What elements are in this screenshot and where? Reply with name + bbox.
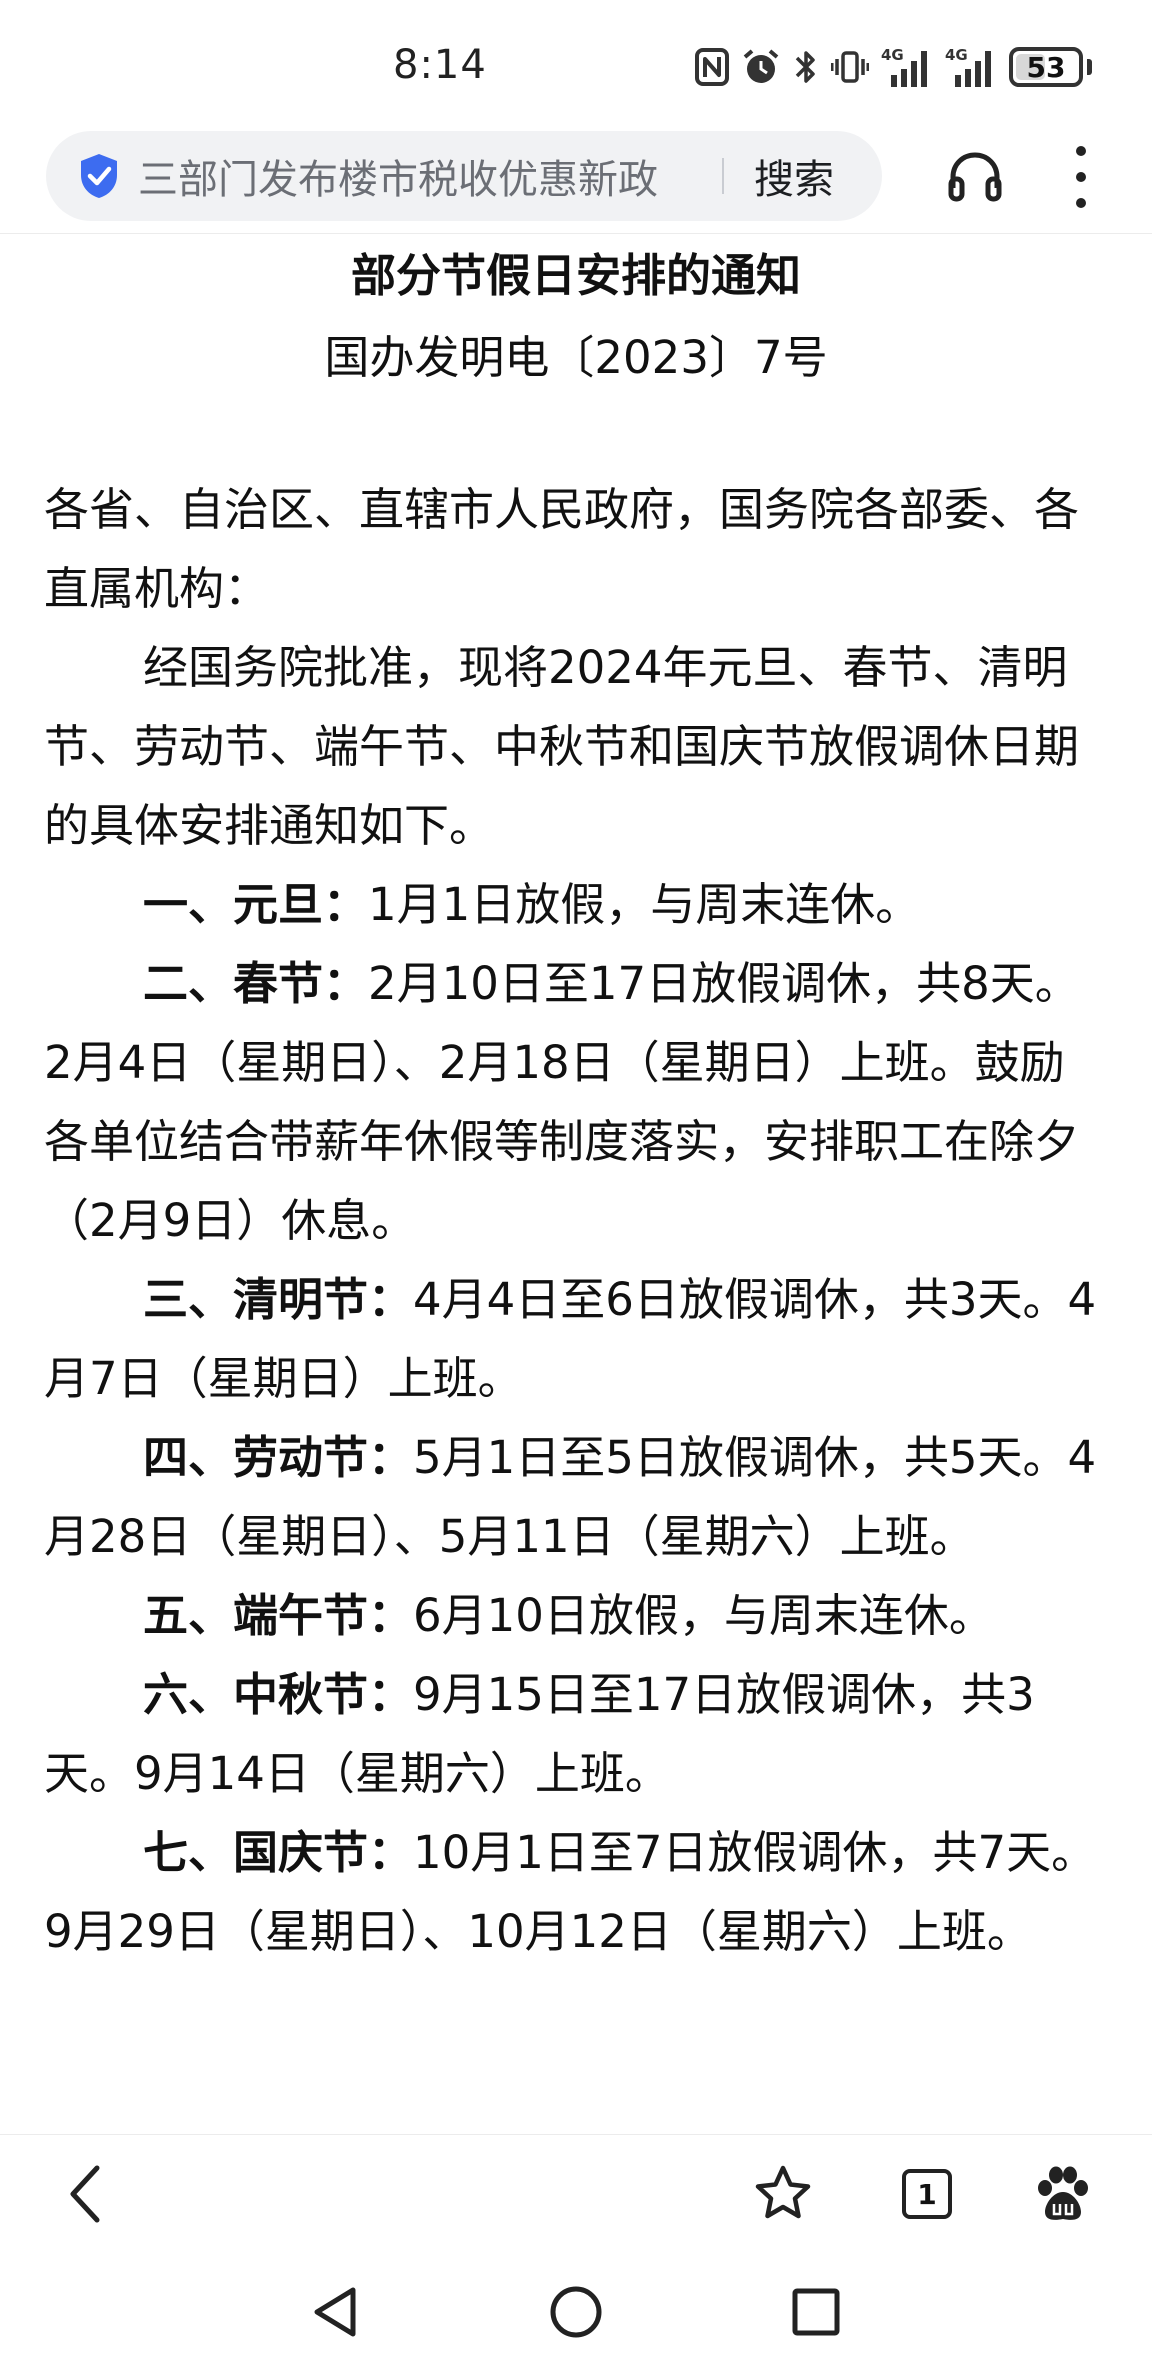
browser-top-bar: 三部门发布楼市税收优惠新政 搜索 — [0, 128, 1152, 234]
item-text: 1月1日放假，与周末连休。 — [368, 878, 921, 931]
baidu-paw-icon — [1038, 2166, 1088, 2220]
baidu-button[interactable] — [1028, 2159, 1098, 2229]
signal-icon: 4G — [881, 46, 927, 87]
back-icon — [70, 2165, 100, 2223]
tabs-button[interactable]: 1 — [892, 2159, 962, 2229]
item-text: 6月10日放假，与周末连休。 — [413, 1589, 994, 1642]
nfc-icon — [695, 48, 729, 86]
battery-tip — [1087, 59, 1092, 75]
item-heading: 五、端午节： — [143, 1589, 414, 1642]
more-menu-icon[interactable] — [1068, 146, 1094, 208]
status-icons: 4G 4G 53 — [695, 44, 1092, 90]
headphone-icon[interactable] — [946, 148, 1004, 206]
bookmark-star-icon — [755, 2165, 811, 2219]
vibrate-icon — [831, 51, 869, 83]
network-label: 4G — [945, 46, 968, 64]
tabs-icon: 1 — [902, 2169, 952, 2219]
bookmark-button[interactable] — [748, 2159, 818, 2229]
nav-back-icon — [314, 2287, 356, 2337]
item-heading: 一、元旦： — [143, 878, 369, 931]
item-heading: 七、国庆节： — [143, 1826, 414, 1879]
item-heading: 四、劳动节： — [143, 1431, 414, 1484]
menu-dot — [1076, 198, 1086, 208]
item-heading: 六、中秋节： — [143, 1668, 414, 1721]
menu-dot — [1076, 146, 1086, 156]
network-label: 4G — [881, 46, 904, 64]
search-divider — [722, 158, 724, 194]
search-bar[interactable]: 三部门发布楼市税收优惠新政 搜索 — [46, 131, 882, 221]
status-time: 8:14 — [393, 42, 487, 88]
search-input[interactable]: 三部门发布楼市税收优惠新政 — [138, 147, 698, 205]
search-button[interactable]: 搜索 — [754, 147, 834, 205]
nav-home-button[interactable] — [546, 2282, 606, 2342]
system-nav-bar — [0, 2258, 1152, 2376]
battery-icon: 53 — [1009, 47, 1083, 87]
phone-screen: 8:14 4G 4G 53 三部门发布楼市税收优惠新政 搜索 部分节假日安排的通… — [0, 0, 1152, 2376]
item-heading: 三、清明节： — [143, 1273, 414, 1326]
holiday-item-national-day: 七、国庆节：10月1日至7日放假调休，共7天。9月29日（星期日）、10月12日… — [44, 1813, 1108, 1971]
alarm-icon — [743, 49, 779, 83]
holiday-item-labor-day: 四、劳动节：5月1日至5日放假调休，共5天。4月28日（星期日）、5月11日（星… — [44, 1418, 1108, 1576]
holiday-item-dragon-boat: 五、端午节：6月10日放假，与周末连休。 — [44, 1576, 1108, 1655]
item-heading: 二、春节： — [143, 957, 369, 1010]
salutation: 各省、自治区、直辖市人民政府，国务院各部委、各直属机构： — [44, 483, 1080, 615]
nav-recents-button[interactable] — [786, 2282, 846, 2342]
back-button[interactable] — [50, 2159, 120, 2229]
holiday-item-qingming: 三、清明节：4月4日至6日放假调休，共3天。4月7日（星期日）上班。 — [44, 1260, 1108, 1418]
bluetooth-icon — [795, 51, 815, 83]
menu-dot — [1076, 172, 1086, 182]
holiday-item-new-year: 一、元旦：1月1日放假，与周末连休。 — [44, 865, 1108, 944]
shield-icon — [81, 154, 117, 198]
browser-bottom-toolbar: 1 — [0, 2134, 1152, 2258]
article-content: 部分节假日安排的通知 国办发明电〔2023〕7号 各省、自治区、直辖市人民政府，… — [44, 240, 1108, 2135]
document-number: 国办发明电〔2023〕7号 — [324, 331, 828, 384]
nav-recents-icon — [792, 2288, 840, 2336]
holiday-item-mid-autumn: 六、中秋节：9月15日至17日放假调休，共3天。9月14日（星期六）上班。 — [44, 1655, 1108, 1813]
battery-level: 53 — [1026, 50, 1066, 84]
document-title: 部分节假日安排的通知 — [350, 249, 801, 302]
signal-icon: 4G — [945, 46, 991, 87]
holiday-item-spring-festival: 二、春节：2月10日至17日放假调休，共8天。2月4日（星期日）、2月18日（星… — [44, 944, 1108, 1260]
intro-paragraph: 经国务院批准，现将2024年元旦、春节、清明节、劳动节、端午节、中秋节和国庆节放… — [44, 641, 1080, 852]
nav-back-button[interactable] — [305, 2282, 365, 2342]
nav-home-icon — [550, 2286, 602, 2338]
status-bar: 8:14 4G 4G 53 — [0, 0, 1152, 128]
